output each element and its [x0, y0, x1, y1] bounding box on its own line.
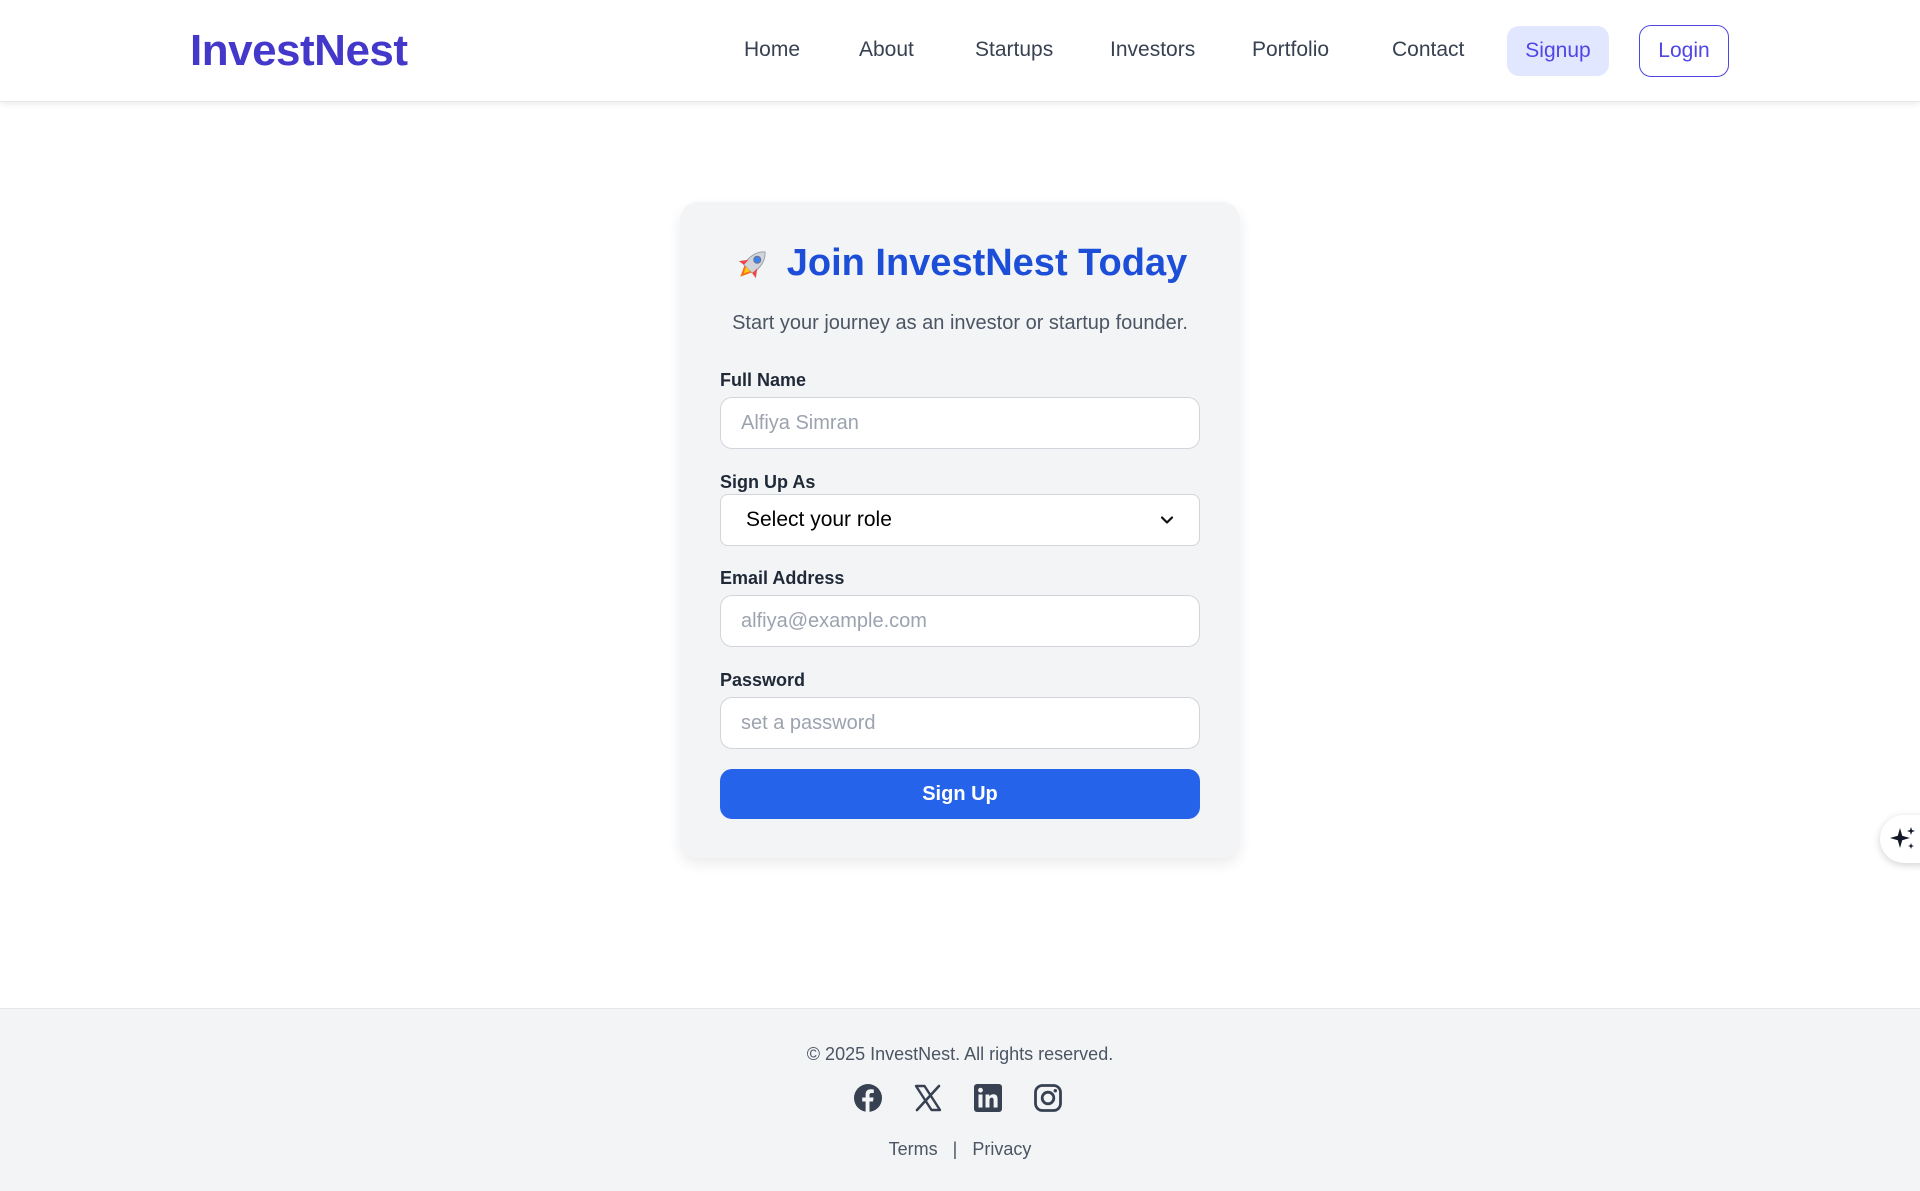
nav-contact[interactable]: Contact [1392, 38, 1464, 62]
email-field[interactable]: alfiya@example.com [720, 595, 1200, 647]
chevron-down-icon [1160, 516, 1174, 524]
email-placeholder: alfiya@example.com [741, 609, 927, 632]
form-title-text: Join InvestNest Today [786, 242, 1188, 284]
footer-link-separator: | [952, 1139, 958, 1159]
nav-about[interactable]: About [859, 38, 914, 62]
role-selected-value: Select your role [746, 508, 892, 531]
rocket-icon [738, 250, 766, 278]
password-field[interactable]: set a password [720, 697, 1200, 749]
sparkles-icon [1890, 827, 1915, 849]
nav-startups[interactable]: Startups [975, 38, 1053, 62]
form-title: Join InvestNest Today [680, 242, 1240, 285]
form-subtitle: Start your journey as an investor or sta… [732, 312, 1188, 334]
email-label: Email Address [720, 568, 845, 588]
nav-investors[interactable]: Investors [1110, 38, 1195, 62]
copyright-text: © 2025 InvestNest. All rights reserved. [806, 1044, 1114, 1064]
brand-logo[interactable]: InvestNest [190, 26, 408, 76]
password-label: Password [720, 670, 806, 690]
x-icon[interactable] [913, 1083, 943, 1113]
terms-link[interactable]: Terms [889, 1139, 938, 1159]
sign-up-button[interactable]: Sign Up [720, 769, 1200, 819]
social-links [853, 1083, 1067, 1115]
role-label: Sign Up As [720, 472, 816, 492]
signup-card: Join InvestNest Today Start your journey… [680, 202, 1240, 858]
nav-home[interactable]: Home [744, 38, 800, 62]
privacy-link[interactable]: Privacy [972, 1139, 1031, 1159]
nav-portfolio[interactable]: Portfolio [1252, 38, 1329, 62]
assist-button-top[interactable] [1880, 815, 1920, 863]
full-name-input[interactable]: Alfiya Simran [720, 397, 1200, 449]
facebook-icon[interactable] [853, 1083, 883, 1113]
signup-button[interactable]: Signup [1507, 26, 1609, 76]
instagram-icon[interactable] [1033, 1083, 1063, 1113]
site-header: InvestNest Home About Startups Investors… [0, 0, 1920, 102]
full-name-placeholder: Alfiya Simran [741, 411, 859, 434]
footer-links: Terms | Privacy [0, 1139, 1920, 1160]
linkedin-icon[interactable] [973, 1083, 1003, 1113]
role-select[interactable]: Select your role [720, 494, 1200, 546]
password-placeholder: set a password [741, 711, 876, 734]
site-footer: © 2025 InvestNest. All rights reserved. … [0, 1008, 1920, 1191]
login-button[interactable]: Login [1639, 25, 1729, 77]
full-name-label: Full Name [720, 370, 807, 390]
